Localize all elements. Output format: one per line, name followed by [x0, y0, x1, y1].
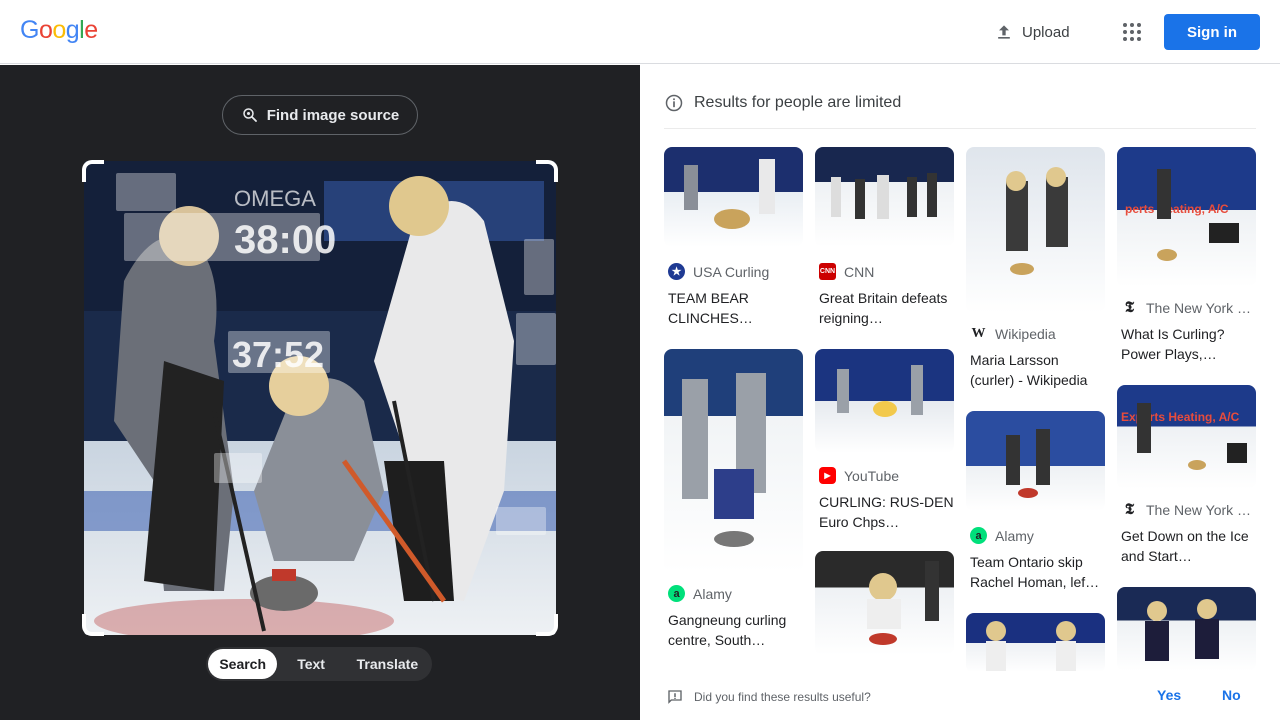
result-source: a Alamy	[970, 527, 1034, 544]
info-icon	[665, 94, 683, 111]
result-source: 𝕿 The New York …	[1121, 501, 1251, 518]
feedback-yes-button[interactable]: Yes	[1157, 687, 1181, 703]
result-card[interactable]: a Alamy Team Ontario skip Rachel Homan, l…	[966, 411, 1105, 601]
query-image[interactable]: OMEGA 38:00 37:52	[84, 161, 556, 635]
result-thumbnail	[966, 411, 1105, 511]
result-title: Great Britain defeats reigning…	[819, 290, 948, 326]
result-card[interactable]	[966, 613, 1105, 671]
alamy-favicon: a	[668, 585, 685, 602]
logo-letter: e	[84, 16, 98, 44]
result-title: Gangneung curling centre, South…	[668, 612, 787, 648]
result-thumbnail: Experts Heating, A/C	[1117, 385, 1256, 489]
detected-text-box[interactable]	[214, 453, 262, 483]
result-thumbnail	[815, 147, 954, 247]
youtube-favicon: ▶	[819, 467, 836, 484]
result-title: CURLING: RUS-DEN Euro Chps…	[819, 494, 954, 530]
result-source: CNN CNN	[819, 263, 874, 280]
result-source: 𝕿 The New York …	[1121, 299, 1251, 316]
result-source-name: CNN	[844, 263, 875, 280]
detected-text-box[interactable]	[516, 313, 556, 365]
result-title: Get Down on the Ice and Start…	[1121, 528, 1249, 564]
result-card[interactable]	[1117, 587, 1256, 671]
results-notice: Results for people are limited	[664, 87, 1256, 129]
result-card[interactable]: perts Heating, A/C 𝕿 The New York … What …	[1117, 147, 1256, 373]
result-thumbnail	[815, 551, 954, 655]
tab-search[interactable]: Search	[208, 649, 278, 679]
crop-handle-top-left[interactable]	[82, 160, 104, 182]
nyt-favicon: 𝕿	[1121, 299, 1138, 316]
tab-text[interactable]: Text	[277, 649, 344, 679]
results-notice-text: Results for people are limited	[694, 93, 902, 111]
result-thumbnail	[664, 349, 803, 573]
detected-text-box[interactable]	[496, 507, 546, 535]
upload-icon	[998, 25, 1010, 39]
result-source-name: USA Curling	[693, 263, 770, 280]
result-card[interactable]: W Wikipedia Maria Larsson (curler) - Wiki…	[966, 147, 1105, 397]
result-source-name: The New York …	[1146, 501, 1252, 518]
result-thumbnail	[966, 147, 1105, 313]
logo-letter: g	[65, 16, 80, 44]
result-card[interactable]: ★ USA Curling TEAM BEAR CLINCHES…	[664, 147, 803, 337]
wikipedia-favicon: W	[970, 325, 987, 342]
query-image-panel: Find image source OMEGA 38:00 37:52 Sear…	[0, 65, 640, 720]
detected-text-box[interactable]	[228, 331, 330, 373]
result-source-name: The New York …	[1146, 299, 1252, 316]
crop-handle-bottom-right[interactable]	[536, 614, 558, 636]
omega-logo-text: OMEGA	[234, 186, 316, 211]
feedback-icon	[668, 689, 682, 704]
results-panel: Results for people are limited ★ USA Curl…	[640, 65, 1280, 720]
result-source-name: Wikipedia	[995, 325, 1056, 342]
alamy-favicon: a	[970, 527, 987, 544]
result-source: a Alamy	[668, 585, 732, 602]
mode-tabs: Search Text Translate	[206, 647, 432, 681]
result-thumbnail	[966, 613, 1105, 671]
result-thumbnail	[664, 147, 803, 247]
result-source-name: Alamy	[693, 585, 732, 602]
detected-text-box[interactable]	[524, 239, 554, 295]
detected-text-box[interactable]	[124, 213, 320, 261]
result-card[interactable]: CNN CNN Great Britain defeats reigning…	[815, 147, 954, 337]
result-source-name: Alamy	[995, 527, 1034, 544]
result-title: Maria Larsson (curler) - Wikipedia	[970, 352, 1088, 388]
result-card[interactable]	[815, 551, 954, 671]
feedback-bar: Did you find these results useful? Yes N…	[640, 673, 1280, 720]
result-title: Team Ontario skip Rachel Homan, lef…	[970, 554, 1100, 590]
tab-translate[interactable]: Translate	[345, 649, 430, 679]
result-card[interactable]: a Alamy Gangneung curling centre, South…	[664, 349, 803, 659]
find-image-source-button[interactable]: Find image source	[222, 95, 418, 135]
result-source: W Wikipedia	[970, 325, 1056, 342]
result-card[interactable]: ▶ YouTube CURLING: RUS-DEN Euro Chps…	[815, 349, 954, 539]
result-source: ★ USA Curling	[668, 263, 769, 280]
find-image-source-label: Find image source	[266, 106, 400, 124]
results-grid: ★ USA Curling TEAM BEAR CLINCHES… a Alamy …	[664, 147, 1256, 671]
sign-in-button[interactable]: Sign in	[1164, 14, 1260, 50]
result-title: TEAM BEAR CLINCHES…	[668, 290, 753, 326]
google-logo[interactable]: Google	[20, 16, 98, 45]
crop-handle-top-right[interactable]	[536, 160, 558, 182]
upload-label: Upload	[1022, 23, 1070, 41]
upload-button[interactable]: Upload	[986, 16, 1078, 48]
result-thumbnail: perts Heating, A/C	[1117, 147, 1256, 287]
crop-handle-bottom-left[interactable]	[82, 614, 104, 636]
logo-letter: o	[38, 16, 53, 44]
cnn-favicon: CNN	[819, 263, 836, 280]
result-title: What Is Curling? Power Plays,…	[1121, 326, 1225, 362]
result-source-name: YouTube	[844, 467, 900, 484]
lens-search-icon	[242, 108, 257, 122]
feedback-no-button[interactable]: No	[1222, 687, 1241, 703]
result-source: ▶ YouTube	[819, 467, 899, 484]
detected-text-box[interactable]	[116, 173, 176, 211]
logo-letter: o	[52, 16, 66, 44]
nyt-favicon: 𝕿	[1121, 501, 1138, 518]
result-thumbnail	[1117, 587, 1256, 671]
feedback-question: Did you find these results useful?	[694, 689, 871, 704]
result-thumbnail	[815, 349, 954, 453]
apps-grid-icon[interactable]	[1116, 16, 1148, 48]
logo-letter: G	[20, 16, 39, 44]
result-card[interactable]: Experts Heating, A/C 𝕿 The New York … Get…	[1117, 385, 1256, 575]
svg-text:perts Heating, A/C: perts Heating, A/C	[1125, 202, 1229, 216]
usa-curling-favicon: ★	[668, 263, 685, 280]
top-bar: Google Upload Sign in	[0, 0, 1280, 64]
